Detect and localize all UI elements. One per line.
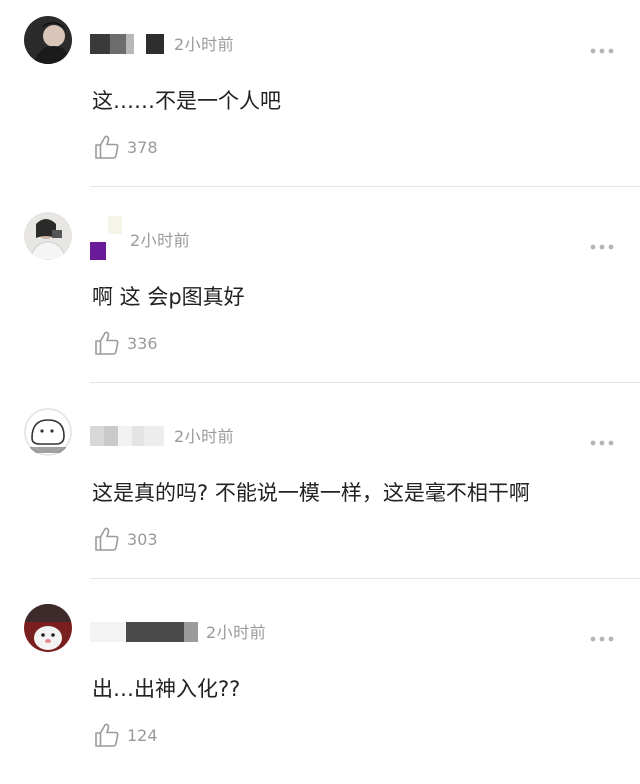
comment-text: 啊 这 会p图真好: [92, 285, 245, 309]
avatar[interactable]: [24, 212, 72, 260]
like-count: 303: [127, 530, 158, 549]
like-button[interactable]: 303: [94, 526, 174, 552]
avatar[interactable]: [24, 408, 72, 456]
username-redacted[interactable]: [90, 622, 200, 644]
more-dots-icon[interactable]: [590, 236, 614, 250]
comment-time: 2小时前: [174, 35, 235, 54]
like-button[interactable]: 336: [94, 330, 174, 356]
avatar[interactable]: [24, 16, 72, 64]
username-redacted[interactable]: [90, 34, 168, 56]
username-redacted[interactable]: [90, 426, 166, 448]
like-button[interactable]: 124: [94, 722, 174, 748]
more-dots-icon[interactable]: [590, 40, 614, 54]
comment-text: 出…出神入化??: [92, 677, 241, 701]
username-redacted[interactable]: [90, 216, 130, 260]
like-count: 336: [127, 334, 158, 353]
comment-time: 2小时前: [130, 231, 191, 250]
like-count: 378: [127, 138, 158, 157]
comment-time: 2小时前: [206, 623, 267, 642]
comment-item: 2小时前 这是真的吗? 不能说一模一样，这是毫不相干啊 303: [0, 392, 640, 588]
like-button[interactable]: 378: [94, 134, 174, 160]
comment-time: 2小时前: [174, 427, 235, 446]
comment-item: 2小时前 出…出神入化?? 124: [0, 588, 640, 784]
more-dots-icon[interactable]: [590, 628, 614, 642]
comment-item: 2小时前 这……不是一个人吧 378: [0, 0, 640, 196]
comment-text: 这是真的吗? 不能说一模一样，这是毫不相干啊: [92, 481, 530, 505]
avatar[interactable]: [24, 604, 72, 652]
divider: [90, 382, 640, 383]
divider: [90, 186, 640, 187]
comment-item: 2小时前 啊 这 会p图真好 336: [0, 196, 640, 392]
like-count: 124: [127, 726, 158, 745]
divider: [90, 578, 640, 579]
comment-text: 这……不是一个人吧: [92, 89, 281, 113]
more-dots-icon[interactable]: [590, 432, 614, 446]
